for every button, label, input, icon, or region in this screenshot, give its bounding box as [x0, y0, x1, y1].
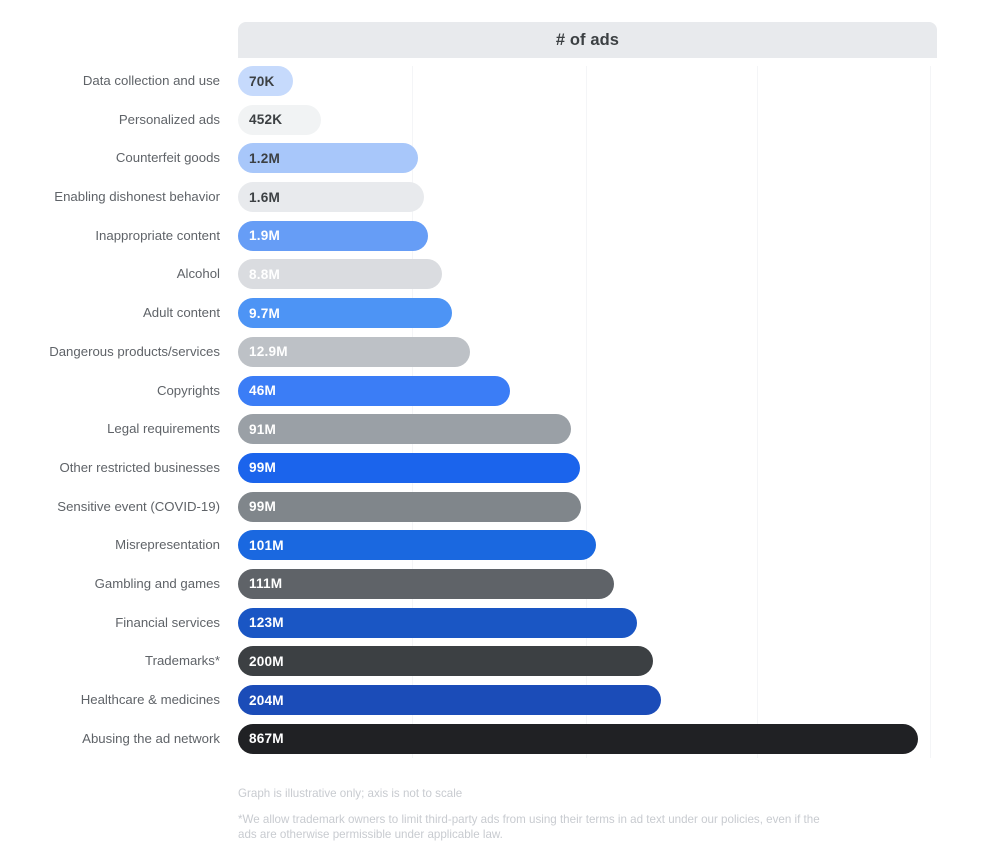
bar-row: Gambling and games 111M	[0, 568, 984, 608]
category-label: Personalized ads	[118, 111, 220, 127]
bar[interactable]: 101M	[238, 530, 596, 561]
bar-value-label: 1.2M	[249, 150, 281, 166]
bar-row: Healthcare & medicines 204M	[0, 685, 984, 724]
bar-rows: Data collection and use 70K Personalized a…	[0, 66, 984, 762]
category-label: Counterfeit goods	[115, 150, 220, 166]
bar[interactable]: 867M	[238, 723, 918, 754]
bar-value-label: 1.9M	[249, 228, 281, 244]
bar-row: Abusing the ad network 867M	[0, 723, 984, 763]
bar[interactable]: 1.2M	[238, 143, 418, 174]
bar[interactable]: 46M	[238, 375, 510, 406]
bar-value-label: 452K	[249, 112, 283, 128]
category-label: Copyrights	[156, 382, 220, 398]
bar-row: Trademarks* 200M	[0, 646, 984, 685]
bar-value-label: 8.8M	[249, 266, 281, 282]
footnotes: Graph is illustrative only; axis is not …	[238, 786, 838, 842]
bar-row: Alcohol 8.8M	[0, 259, 984, 298]
category-label: Financial services	[115, 614, 220, 630]
bar[interactable]: 452K	[238, 104, 321, 135]
bar-value-label: 91M	[249, 421, 277, 437]
bar[interactable]: 99M	[238, 452, 580, 483]
category-label: Healthcare & medicines	[80, 692, 220, 707]
bar[interactable]: 9.7M	[238, 298, 452, 329]
bar-row: Copyrights 46M	[0, 375, 984, 415]
bar[interactable]: 70K	[238, 66, 293, 96]
bar-value-label: 200M	[249, 653, 284, 669]
bar-value-label: 123M	[249, 615, 284, 631]
bar[interactable]: 12.9M	[238, 336, 470, 367]
bar-value-label: 867M	[249, 731, 284, 747]
category-label: Alcohol	[176, 266, 220, 282]
bar[interactable]: 123M	[238, 607, 637, 638]
bar-row: Legal requirements 91M	[0, 414, 984, 453]
bar[interactable]: 1.6M	[238, 182, 424, 213]
bar-row: Adult content 9.7M	[0, 298, 984, 337]
category-label: Other restricted businesses	[59, 459, 220, 475]
bar-row: Personalized ads 452K	[0, 104, 984, 144]
ads-enforcement-bar-chart: # of ads Data collection and use 70K Perso…	[0, 0, 984, 848]
bar-value-label: 12.9M	[249, 344, 288, 360]
category-label: Gambling and games	[94, 575, 220, 591]
footnote-illustrative: Graph is illustrative only; axis is not …	[238, 787, 463, 800]
bar-row: Dangerous products/services 12.9M	[0, 336, 984, 376]
category-label: Adult content	[143, 305, 220, 321]
bar-row: Sensitive event (COVID-19) 99M	[0, 491, 984, 531]
category-label: Enabling dishonest behavior	[54, 189, 220, 205]
bar[interactable]: 99M	[238, 491, 581, 522]
bar-value-label: 99M	[249, 460, 277, 476]
bar-value-label: 111M	[249, 576, 283, 592]
bar-row: Counterfeit goods 1.2M	[0, 143, 984, 182]
category-label: Dangerous products/services	[49, 343, 220, 359]
bar[interactable]: 8.8M	[238, 259, 442, 290]
category-label: Misrepresentation	[115, 537, 220, 553]
bar-row: Misrepresentation 101M	[0, 530, 984, 569]
bar-value-label: 1.6M	[249, 189, 281, 205]
bar-value-label: 46M	[249, 383, 277, 398]
category-label: Abusing the ad network	[82, 730, 220, 746]
bar-value-label: 101M	[249, 537, 284, 553]
bar-row: Data collection and use 70K	[0, 66, 984, 105]
chart-title: # of ads	[555, 30, 620, 49]
category-label: Trademarks*	[145, 653, 220, 669]
bar-value-label: 9.7M	[249, 305, 281, 321]
chart-header-band: # of ads	[238, 22, 937, 58]
category-label: Sensitive event (COVID-19)	[57, 498, 220, 514]
bar-row: Enabling dishonest behavior 1.6M	[0, 182, 984, 221]
bar[interactable]: 91M	[238, 414, 571, 445]
bar-value-label: 99M	[249, 499, 277, 515]
bar[interactable]: 1.9M	[238, 220, 428, 251]
bar[interactable]: 111M	[238, 568, 614, 599]
bar-value-label: 70K	[249, 73, 275, 89]
bar-row: Financial services 123M	[0, 607, 984, 647]
category-label: Legal requirements	[107, 421, 220, 437]
bar-row: Inappropriate content 1.9M	[0, 220, 984, 260]
bar-value-label: 204M	[249, 692, 284, 708]
bar-row: Other restricted businesses 99M	[0, 452, 984, 492]
category-label: Data collection and use	[82, 73, 220, 88]
category-label: Inappropriate content	[95, 227, 220, 243]
bar[interactable]: 204M	[238, 685, 661, 715]
footnote-trademarks: *We allow trademark owners to limit thir…	[238, 813, 820, 841]
bar[interactable]: 200M	[238, 646, 653, 677]
